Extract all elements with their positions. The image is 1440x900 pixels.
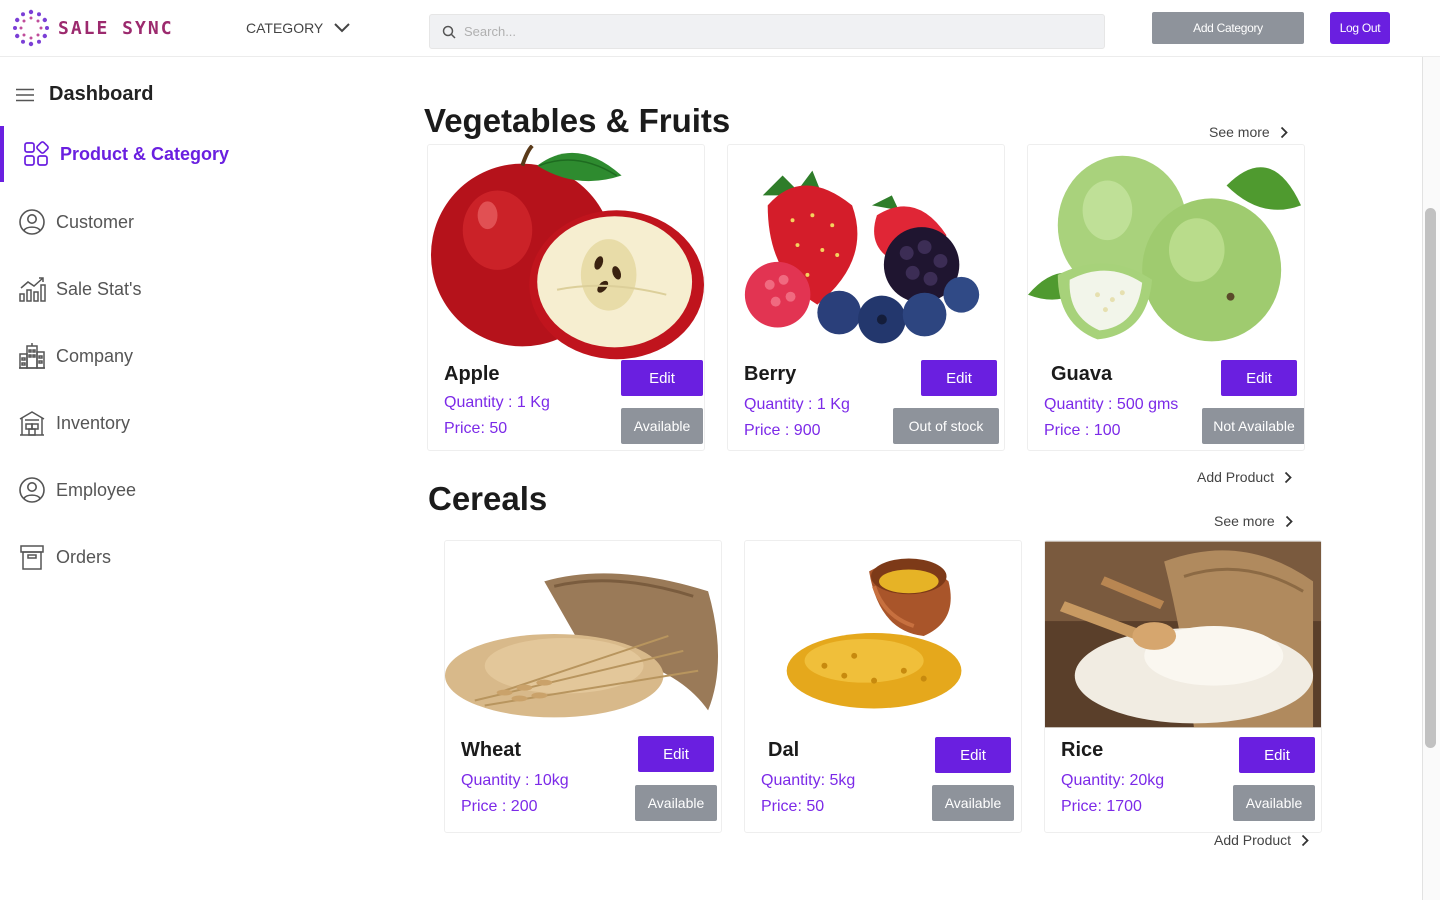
- sidebar-item-label: Inventory: [56, 412, 131, 433]
- status-button[interactable]: Out of stock: [893, 408, 999, 444]
- warehouse-icon: [18, 409, 46, 437]
- sidebar-item-customer[interactable]: Customer: [0, 194, 300, 250]
- product-price: Price: 50: [761, 798, 825, 815]
- see-more-label: See more: [1209, 124, 1270, 140]
- status-button[interactable]: Available: [1233, 785, 1315, 821]
- chevron-down-icon: [334, 23, 350, 33]
- search-input[interactable]: [464, 24, 1064, 39]
- category-dropdown[interactable]: CATEGORY: [246, 20, 351, 36]
- rice-image: [1045, 541, 1321, 728]
- sidebar-item-orders[interactable]: Orders: [0, 529, 300, 585]
- product-card-dal: Dal Quantity: 5kg Price: 50 Edit Availab…: [744, 540, 1022, 833]
- product-card-guava: Guava Quantity : 500 gms Price : 100 Edi…: [1027, 144, 1305, 451]
- bar-chart-icon: [18, 275, 46, 303]
- user-circle-icon: [18, 208, 46, 236]
- logout-button[interactable]: Log Out: [1330, 12, 1390, 44]
- chevron-right-icon: [1284, 471, 1292, 483]
- sidebar-item-label: Orders: [56, 546, 112, 567]
- add-product-label: Add Product: [1197, 469, 1275, 485]
- see-more-link[interactable]: See more: [1209, 124, 1288, 140]
- edit-button[interactable]: Edit: [921, 360, 997, 396]
- edit-button[interactable]: Edit: [935, 737, 1011, 773]
- add-product-link[interactable]: Add Product: [1214, 832, 1309, 848]
- search-bar[interactable]: [429, 14, 1105, 49]
- product-name: Rice: [1061, 739, 1104, 761]
- edit-button[interactable]: Edit: [638, 736, 714, 772]
- product-quantity: Quantity : 500 gms: [1044, 396, 1179, 413]
- product-quantity: Quantity: 20kg: [1061, 772, 1165, 789]
- add-category-button[interactable]: Add Category: [1152, 12, 1304, 44]
- sidebar-item-employee[interactable]: Employee: [0, 462, 300, 518]
- brand-name: SALE SYNC: [58, 17, 174, 39]
- product-price: Price: 50: [444, 420, 508, 437]
- section-title-cereals: Cereals: [428, 480, 548, 517]
- product-name: Wheat: [461, 739, 521, 761]
- category-dropdown-label: CATEGORY: [246, 20, 324, 36]
- sidebar-item-label: Sale Stat's: [56, 278, 142, 299]
- building-icon: [18, 342, 46, 370]
- guava-image: [1028, 155, 1302, 342]
- product-name: Dal: [768, 739, 800, 761]
- apple-image: [430, 145, 704, 360]
- sidebar-item-product-category[interactable]: Product & Category: [0, 126, 300, 182]
- sidebar-item-label: Customer: [56, 211, 135, 232]
- logo-dots-icon: [13, 9, 49, 47]
- sidebar-item-inventory[interactable]: Inventory: [0, 395, 300, 451]
- product-price: Price : 100: [1044, 422, 1121, 439]
- product-card-wheat: Wheat Quantity : 10kg Price : 200 Edit A…: [444, 540, 722, 833]
- chevron-right-icon: [1280, 126, 1288, 138]
- dashboard-header[interactable]: Dashboard: [15, 83, 153, 106]
- product-name: Berry: [744, 363, 797, 385]
- see-more-link[interactable]: See more: [1214, 513, 1293, 529]
- menu-icon[interactable]: [15, 88, 35, 102]
- chevron-right-icon: [1285, 515, 1293, 527]
- berry-image: [744, 170, 980, 344]
- section-title-vegetables-fruits: Vegetables & Fruits: [424, 102, 731, 139]
- status-button[interactable]: Available: [932, 785, 1014, 821]
- sidebar-item-sale-stats[interactable]: Sale Stat's: [0, 261, 300, 317]
- sidebar-item-label: Employee: [56, 479, 137, 500]
- status-button[interactable]: Available: [635, 785, 717, 821]
- product-quantity: Quantity : 1 Kg: [744, 396, 850, 413]
- sidebar-item-label: Company: [56, 345, 134, 366]
- add-product-link[interactable]: Add Product: [1197, 469, 1292, 485]
- sidebar-item-label: Product & Category: [60, 143, 230, 164]
- edit-button[interactable]: Edit: [1221, 360, 1297, 396]
- wheat-image: [445, 573, 719, 718]
- product-name: Guava: [1051, 363, 1113, 385]
- grid-icon: [22, 140, 50, 168]
- sidebar-item-company[interactable]: Company: [0, 328, 300, 384]
- user-circle-icon: [18, 476, 46, 504]
- dashboard-title: Dashboard: [49, 83, 154, 105]
- brand-logo[interactable]: SALE SYNC: [12, 9, 174, 47]
- product-price: Price : 200: [461, 798, 538, 815]
- product-card-apple: Apple Quantity : 1 Kg Price: 50 Edit Ava…: [427, 144, 705, 451]
- product-card-rice: Rice Quantity: 20kg Price: 1700 Edit Ava…: [1044, 540, 1322, 833]
- dal-image: [786, 558, 962, 709]
- scrollbar-thumb[interactable]: [1425, 208, 1436, 748]
- product-quantity: Quantity : 1 Kg: [444, 394, 550, 411]
- add-product-label: Add Product: [1214, 832, 1292, 848]
- archive-box-icon: [18, 543, 46, 571]
- product-quantity: Quantity: 5kg: [761, 772, 856, 789]
- see-more-label: See more: [1214, 513, 1275, 529]
- edit-button[interactable]: Edit: [1239, 737, 1315, 773]
- edit-button[interactable]: Edit: [621, 360, 703, 396]
- top-header: SALE SYNC CATEGORY Add Category Log Out: [0, 0, 1440, 57]
- product-name: Apple: [444, 363, 500, 385]
- search-icon: [442, 25, 456, 39]
- product-price: Price : 900: [744, 422, 821, 439]
- status-button[interactable]: Available: [621, 408, 703, 444]
- product-price: Price: 1700: [1061, 798, 1142, 815]
- sidebar: Dashboard Product & Category Customer Sa…: [0, 57, 300, 900]
- product-card-berry: Berry Quantity : 1 Kg Price : 900 Edit O…: [727, 144, 1005, 451]
- chevron-right-icon: [1301, 834, 1309, 846]
- product-quantity: Quantity : 10kg: [461, 772, 569, 789]
- status-button[interactable]: Not Available: [1202, 408, 1304, 444]
